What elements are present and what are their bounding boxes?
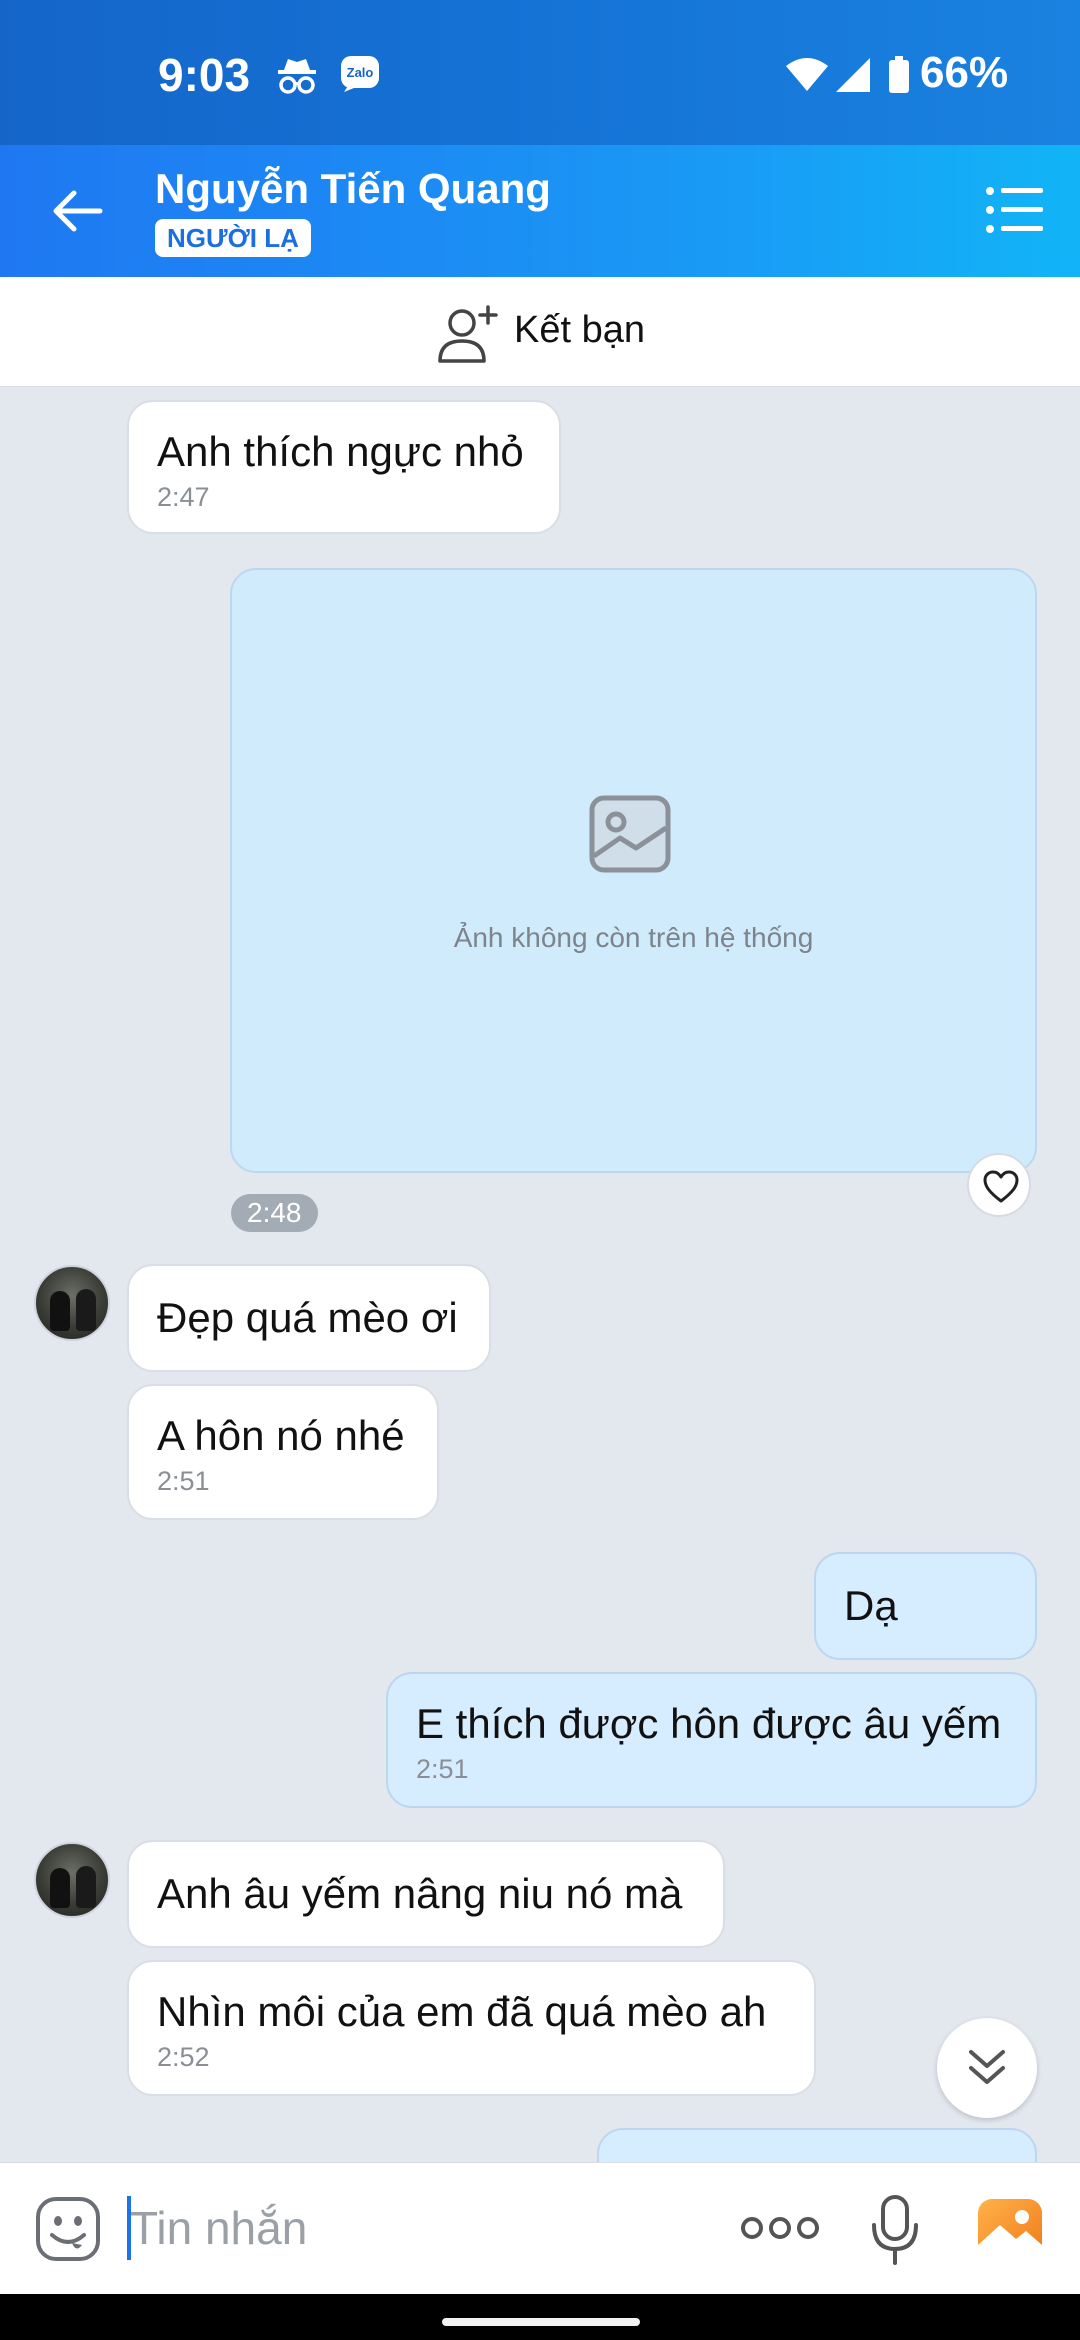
back-arrow-icon[interactable] (44, 177, 112, 245)
message-text: A hôn nó nhé (157, 1412, 405, 1459)
message-bubble-own[interactable]: E thích được hôn được âu yếm 2:51 (386, 1672, 1037, 1808)
scroll-to-bottom-button[interactable] (937, 2018, 1037, 2118)
emoji-icon[interactable] (34, 2195, 102, 2263)
zalo-notification-icon: Zalo (341, 56, 379, 92)
message-time: 2:51 (157, 1466, 210, 1496)
heart-icon (983, 1170, 1019, 1203)
wifi-icon (786, 58, 828, 91)
message-input-bar (0, 2162, 1080, 2294)
gallery-image-icon[interactable] (976, 2197, 1044, 2261)
image-missing-text: Ảnh không còn trên hệ thống (453, 922, 814, 953)
status-bar: 9:03 Zalo 66% (0, 0, 1080, 145)
react-heart-button[interactable] (967, 1153, 1031, 1217)
microphone-icon[interactable] (870, 2195, 920, 2265)
chat-header: Nguyễn Tiến Quang NGƯỜI LẠ (0, 145, 1080, 277)
message-text: Anh thích ngực nhỏ (157, 428, 524, 475)
image-time-pill: 2:48 (231, 1194, 318, 1232)
message-text: Đẹp quá mèo ơi (157, 1294, 458, 1341)
status-time: 9:03 (158, 49, 251, 101)
broken-image-icon (589, 795, 671, 873)
sender-avatar[interactable] (34, 1842, 110, 1918)
add-friend-label: Kết bạn (514, 309, 645, 351)
svg-text:Zalo: Zalo (347, 65, 374, 80)
message-input[interactable] (130, 2193, 690, 2263)
incognito-icon (278, 59, 316, 94)
battery-icon (889, 56, 909, 93)
message-bubble[interactable]: Anh âu yếm nâng niu nó mà (127, 1840, 725, 1948)
sender-avatar[interactable] (34, 1265, 110, 1341)
message-bubble[interactable]: Nhìn môi của em đã quá mèo ah 2:52 (127, 1960, 816, 2096)
message-text: Nhìn môi của em đã quá mèo ah (157, 1988, 767, 2035)
more-options-icon[interactable] (740, 2213, 820, 2243)
signal-icon (836, 58, 870, 92)
system-nav-bar (0, 2294, 1080, 2340)
add-friend-icon (438, 305, 498, 363)
message-bubble-own-partial[interactable] (597, 2128, 1037, 2162)
battery-percent: 66% (920, 48, 1009, 97)
message-time: 2:47 (157, 482, 210, 512)
message-bubble[interactable]: A hôn nó nhé 2:51 (127, 1384, 439, 1520)
chat-messages[interactable]: Anh thích ngực nhỏ 2:47 Ảnh không còn tr… (0, 388, 1080, 2162)
message-time: 2:51 (416, 1754, 469, 1784)
image-message[interactable]: Ảnh không còn trên hệ thống (230, 568, 1037, 1173)
contact-name[interactable]: Nguyễn Tiến Quang (155, 165, 551, 213)
message-bubble[interactable]: Đẹp quá mèo ơi (127, 1264, 491, 1372)
add-friend-bar[interactable]: Kết bạn (0, 277, 1080, 387)
message-bubble[interactable]: Anh thích ngực nhỏ 2:47 (127, 400, 561, 534)
stranger-badge: NGƯỜI LẠ (155, 219, 311, 257)
message-text: Anh âu yếm nâng niu nó mà (157, 1870, 683, 1917)
message-bubble-own[interactable]: Dạ (814, 1552, 1037, 1660)
home-gesture-handle[interactable] (442, 2318, 640, 2326)
message-time: 2:52 (157, 2042, 210, 2072)
double-chevron-down-icon (969, 2050, 1005, 2084)
menu-list-icon[interactable] (985, 185, 1043, 235)
message-text: Dạ (844, 1582, 898, 1629)
message-text: E thích được hôn được âu yếm (416, 1700, 1002, 1747)
